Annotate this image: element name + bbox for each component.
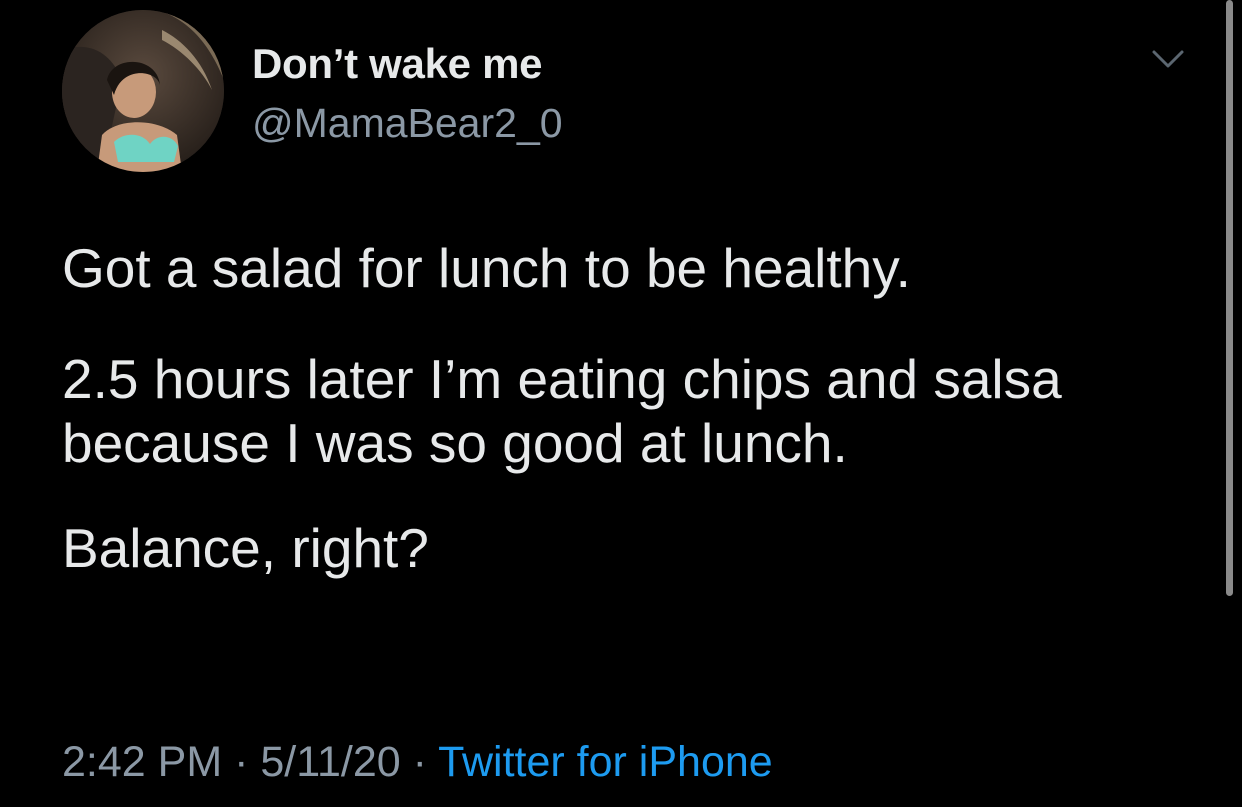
profile-photo xyxy=(62,10,224,172)
tweet-time[interactable]: 2:42 PM xyxy=(62,738,222,786)
tweet-paragraph: Balance, right? xyxy=(62,517,429,579)
tweet-source-link[interactable]: Twitter for iPhone xyxy=(438,738,773,786)
tweet-paragraph: 2.5 hours later I’m eating chips and sal… xyxy=(62,348,1062,474)
display-name[interactable]: Don’t wake me xyxy=(252,40,542,88)
tweet-text: Got a salad for lunch to be healthy. 2.5… xyxy=(62,236,1182,610)
separator-dot: · xyxy=(234,738,249,786)
tweet-paragraph: Got a salad for lunch to be healthy. xyxy=(62,237,911,299)
user-handle[interactable]: @MamaBear2_0 xyxy=(252,100,563,147)
chevron-down-icon[interactable] xyxy=(1148,44,1188,74)
scrollbar[interactable] xyxy=(1226,0,1233,596)
separator-dot: · xyxy=(412,738,427,786)
avatar[interactable] xyxy=(62,10,224,172)
tweet-date[interactable]: 5/11/20 xyxy=(260,738,400,786)
tweet-metadata: 2:42 PM · 5/11/20 · Twitter for iPhone xyxy=(62,738,773,787)
